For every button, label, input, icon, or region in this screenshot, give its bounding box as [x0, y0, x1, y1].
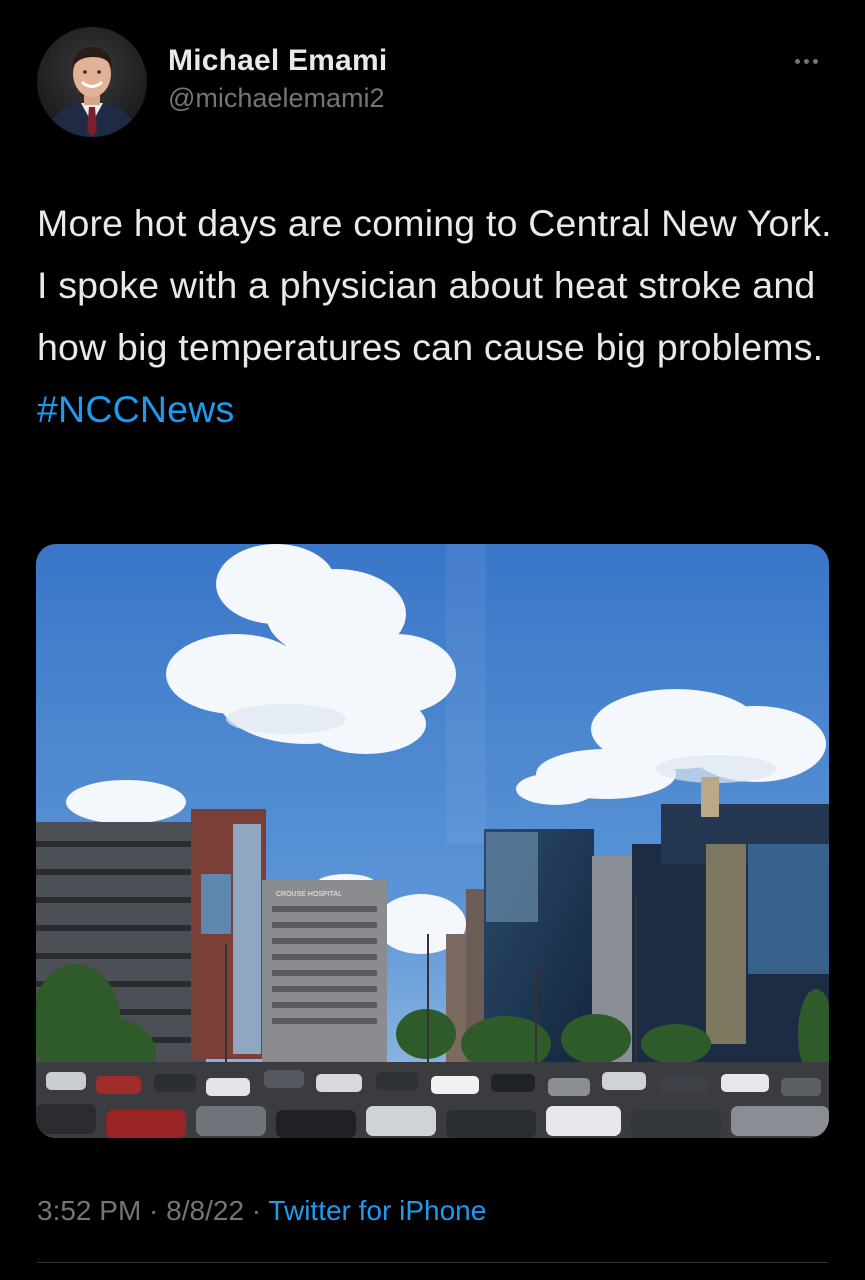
tweet-metadata: 3:52 PM · 8/8/22 · Twitter for iPhone: [37, 1195, 486, 1227]
city-photo-image: CROUSE HOSPITAL: [36, 544, 829, 1138]
ellipsis-icon: [804, 58, 809, 64]
more-options-button[interactable]: [795, 56, 827, 66]
separator: ·: [141, 1195, 167, 1226]
separator: ·: [244, 1195, 269, 1226]
tweet-text: More hot days are coming to Central New …: [37, 192, 837, 440]
ellipsis-icon: [795, 58, 800, 64]
ellipsis-icon: [813, 58, 818, 64]
tweet-date[interactable]: 8/8/22: [166, 1195, 244, 1226]
author-handle[interactable]: @michaelemami2: [168, 83, 384, 114]
tweet-photo[interactable]: CROUSE HOSPITAL: [36, 544, 829, 1138]
hashtag-link[interactable]: #NCCNews: [37, 388, 234, 430]
hospital-sign-text: CROUSE HOSPITAL: [276, 891, 342, 898]
tweet-body: More hot days are coming to Central New …: [37, 202, 832, 368]
divider: [37, 1262, 828, 1263]
author-avatar[interactable]: [37, 27, 147, 137]
profile-photo-icon: [37, 27, 147, 137]
tweet-source-link[interactable]: Twitter for iPhone: [268, 1195, 486, 1226]
author-display-name[interactable]: Michael Emami: [168, 44, 387, 78]
tweet-time[interactable]: 3:52 PM: [37, 1195, 141, 1226]
